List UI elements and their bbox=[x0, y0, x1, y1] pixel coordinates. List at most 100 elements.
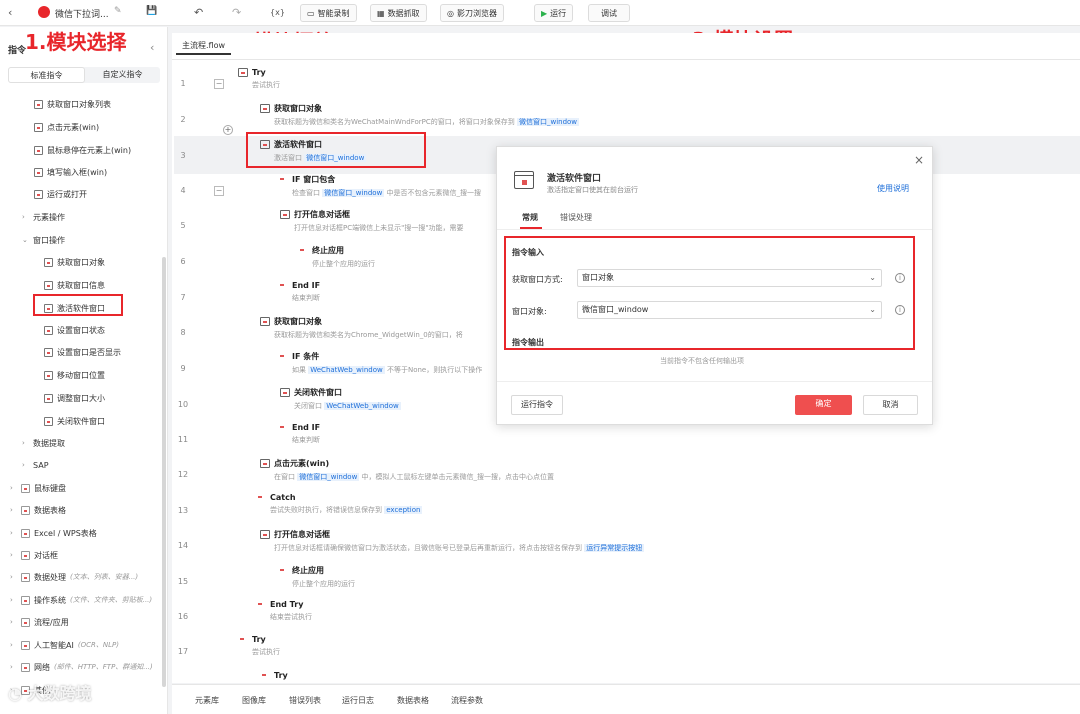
command-label: 设置窗口状态 bbox=[57, 325, 105, 335]
collapse-toggle-icon[interactable]: − bbox=[214, 186, 224, 196]
smart-record-button[interactable]: ▭ 智能录制 bbox=[300, 4, 357, 22]
command-item[interactable]: › 数据表格 bbox=[10, 503, 66, 517]
flow-step[interactable]: 关闭软件窗口 关闭窗口 WeChatWeb_window bbox=[280, 387, 401, 411]
tab-general[interactable]: 常规 bbox=[522, 212, 538, 223]
flow-step[interactable]: Catch 尝试失败时执行，将错误信息保存到 exception bbox=[256, 493, 423, 515]
command-item[interactable]: 调整窗口大小 bbox=[44, 391, 105, 405]
confirm-button[interactable]: 确定 bbox=[795, 395, 852, 415]
step-header: 打开信息对话框 bbox=[280, 209, 464, 220]
app-title[interactable]: 微信下拉词... bbox=[55, 7, 109, 20]
flow-step[interactable]: 终止应用 停止整个应用的运行 bbox=[278, 565, 355, 589]
command-item[interactable]: 鼠标悬停在元素上(win) bbox=[34, 143, 131, 157]
variable-chip[interactable]: 微信窗口_window bbox=[516, 118, 580, 126]
variable-icon[interactable]: {x} bbox=[270, 8, 285, 17]
redo-icon[interactable]: ↷ bbox=[232, 6, 241, 19]
scrollbar[interactable] bbox=[162, 257, 166, 687]
command-item[interactable]: 点击元素(win) bbox=[34, 120, 99, 134]
flow-step[interactable]: End Try 结束尝试执行 bbox=[256, 600, 312, 622]
variable-chip[interactable]: 微信窗口_window bbox=[322, 189, 385, 197]
flow-step[interactable]: Try 尝试执行 bbox=[238, 635, 280, 657]
tab-flow-params[interactable]: 流程参数 bbox=[451, 695, 483, 706]
flow-step[interactable]: 终止应用 停止整个应用的运行 bbox=[298, 245, 375, 269]
command-item[interactable]: 关闭软件窗口 bbox=[44, 414, 105, 428]
edit-pencil-icon[interactable]: ✎ bbox=[114, 6, 122, 16]
flow-step[interactable]: IF 窗口包含 检查窗口 微信窗口_window 中是否不包含元素微信_搜一搜 bbox=[278, 174, 481, 198]
flow-step[interactable]: 获取窗口对象 获取标题为微信和类名为Chrome_WidgetWin_0的窗口，将 bbox=[260, 316, 463, 340]
undo-icon[interactable]: ↶ bbox=[194, 6, 203, 19]
tab-run-log[interactable]: 运行日志 bbox=[342, 695, 374, 706]
variable-chip[interactable]: exception bbox=[384, 506, 423, 514]
data-capture-button[interactable]: ▦ 数据抓取 bbox=[370, 4, 427, 22]
flow-step[interactable]: IF 条件 如果 WeChatWeb_window 不等于None，则执行以下操作 bbox=[278, 351, 482, 375]
command-item[interactable]: › 元素操作 bbox=[22, 210, 65, 224]
tab-standard[interactable]: 标准指令 bbox=[8, 67, 85, 83]
flow-step[interactable]: Try bbox=[260, 671, 288, 680]
command-panel: 指令 ‹ 标准指令 自定义指令 获取窗口对象列表 点击元素(win) 鼠标悬停在元素… bbox=[0, 27, 168, 714]
command-item[interactable]: › 操作系统 (文件、文件夹、剪贴板...) bbox=[10, 593, 152, 607]
insert-plus-icon[interactable]: + bbox=[223, 125, 233, 135]
flow-step[interactable]: 打开信息对话框 打开信息对话框PC端微信上未显示"搜一搜"功能，需要 bbox=[280, 209, 464, 233]
run-command-button[interactable]: 运行指令 bbox=[511, 395, 563, 415]
command-item[interactable]: › 流程/应用 bbox=[10, 615, 69, 629]
tab-main-flow[interactable]: 主流程.flow bbox=[176, 38, 232, 55]
tab-error-list[interactable]: 错误列表 bbox=[289, 695, 321, 706]
flow-step[interactable]: End IF 结束判断 bbox=[278, 423, 320, 445]
line-number: 13 bbox=[177, 506, 189, 515]
tab-data-table[interactable]: 数据表格 bbox=[397, 695, 429, 706]
flow-step[interactable]: 获取窗口对象 获取标题为微信和类名为WeChatMainWndForPC的窗口，将… bbox=[260, 103, 580, 127]
cancel-button[interactable]: 取消 bbox=[863, 395, 918, 415]
command-item[interactable]: 运行或打开 bbox=[34, 187, 87, 201]
line-number: 3 bbox=[180, 151, 186, 160]
flow-step[interactable]: End IF 结束判断 bbox=[278, 281, 320, 303]
tab-element-library[interactable]: 元素库 bbox=[195, 695, 219, 706]
step-header: IF 条件 bbox=[278, 351, 482, 362]
step-desc-text: 打开信息对话框请确保微信窗口为激活状态，且微信账号已登录后再重新运行，将点击按钮… bbox=[274, 544, 582, 552]
save-icon[interactable]: 💾 bbox=[146, 6, 157, 16]
variable-chip[interactable]: WeChatWeb_window bbox=[324, 402, 401, 410]
command-item[interactable]: 获取窗口信息 bbox=[44, 278, 105, 292]
step-icon bbox=[278, 281, 288, 290]
command-item[interactable]: 设置窗口是否显示 bbox=[44, 345, 121, 359]
run-button[interactable]: ▶ 运行 bbox=[534, 4, 574, 22]
back-icon[interactable]: ‹ bbox=[8, 6, 12, 19]
close-icon[interactable]: × bbox=[914, 153, 924, 167]
step-desc-text: 结束判断 bbox=[292, 294, 320, 302]
command-label: SAP bbox=[33, 460, 49, 470]
flow-step[interactable]: Try 尝试执行 bbox=[238, 68, 280, 90]
help-link[interactable]: 使用说明 bbox=[877, 183, 909, 194]
command-item[interactable]: › Excel / WPS表格 bbox=[10, 526, 97, 540]
command-item[interactable]: › 网络 (邮件、HTTP、FTP、群通知...) bbox=[10, 660, 153, 674]
step-desc: 尝试失败时执行，将错误信息保存到 exception bbox=[270, 505, 423, 515]
tab-custom[interactable]: 自定义指令 bbox=[85, 67, 160, 83]
flow-step[interactable]: 打开信息对话框 打开信息对话框请确保微信窗口为激活状态，且微信账号已登录后再重新运… bbox=[260, 529, 645, 553]
variable-chip[interactable]: 运行异常提示按钮 bbox=[584, 544, 645, 552]
browser-button[interactable]: ◎ 影刀浏览器 bbox=[440, 4, 504, 22]
command-item[interactable]: ⌄ 窗口操作 bbox=[22, 233, 65, 247]
tab-error-handling[interactable]: 错误处理 bbox=[560, 212, 592, 223]
command-item[interactable]: 填写输入框(win) bbox=[34, 165, 107, 179]
command-item[interactable]: › 鼠标键盘 bbox=[10, 481, 66, 495]
command-item[interactable]: › SAP bbox=[22, 458, 49, 472]
variable-chip[interactable]: WeChatWeb_window bbox=[308, 366, 385, 374]
variable-chip[interactable]: 微信窗口_window bbox=[297, 473, 360, 481]
step-header: Try bbox=[260, 671, 288, 680]
chevron-right-icon: › bbox=[22, 439, 25, 447]
command-item[interactable]: › 数据提取 bbox=[22, 436, 65, 450]
command-label: 鼠标键盘 bbox=[34, 483, 66, 493]
step-desc: 结束尝试执行 bbox=[270, 612, 312, 622]
collapse-panel-icon[interactable]: ‹ bbox=[150, 41, 154, 54]
command-item[interactable]: 移动窗口位置 bbox=[44, 368, 105, 382]
step-icon bbox=[278, 352, 288, 361]
command-item[interactable]: › 人工智能AI (OCR、NLP) bbox=[10, 638, 119, 652]
command-item[interactable]: 获取窗口对象列表 bbox=[34, 97, 111, 111]
debug-button[interactable]: 调试 bbox=[588, 4, 630, 22]
collapse-toggle-icon[interactable]: − bbox=[214, 79, 224, 89]
step-icon bbox=[238, 68, 248, 77]
flow-step[interactable]: 点击元素(win) 在窗口 微信窗口_window 中，模拟人工鼠标左键单击元素微… bbox=[260, 458, 554, 482]
command-item[interactable]: 设置窗口状态 bbox=[44, 323, 105, 337]
command-item[interactable]: › 数据处理 (文本、列表、安器...) bbox=[10, 570, 138, 584]
watermark: ◔ 大数跨境 bbox=[8, 684, 92, 703]
command-item[interactable]: › 对话框 bbox=[10, 548, 58, 562]
command-item[interactable]: 获取窗口对象 bbox=[44, 255, 105, 269]
tab-image-library[interactable]: 图像库 bbox=[242, 695, 266, 706]
